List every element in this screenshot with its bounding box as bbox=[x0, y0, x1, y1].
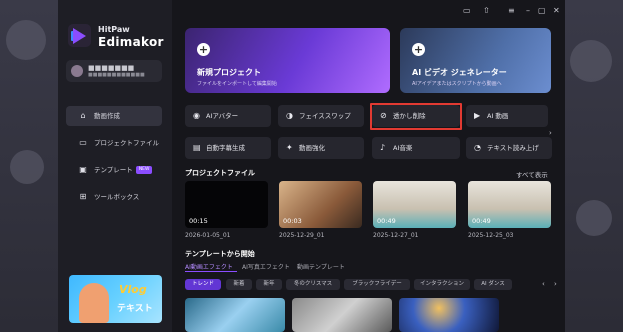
new-project-card[interactable]: + 新規プロジェクト ファイルをインポートして編集開始 bbox=[185, 28, 390, 93]
tts-icon: ◔ bbox=[474, 143, 481, 152]
project-thumbnail[interactable]: 00:15 bbox=[185, 181, 268, 228]
tool-text-to-speech[interactable]: ◔ テキスト読み上げ bbox=[466, 137, 552, 159]
folder-icon: ▭ bbox=[79, 138, 87, 147]
chip-trend[interactable]: トレンド bbox=[185, 279, 221, 290]
highlight-box bbox=[370, 103, 462, 130]
sidebar-item-toolbox[interactable]: ⊞ ツールボックス bbox=[66, 187, 162, 207]
chip-ai-dance[interactable]: AI ダンス bbox=[474, 279, 512, 290]
project-files-heading: プロジェクトファイル bbox=[185, 169, 255, 177]
brand-name-large: Edimakor bbox=[98, 35, 164, 49]
plus-icon: + bbox=[412, 43, 425, 56]
avatar bbox=[71, 65, 83, 77]
user-account[interactable]: ■■■■■■■ ■■■■■■■■■■■■ bbox=[66, 60, 162, 82]
see-all-link[interactable]: すべて表示 bbox=[516, 169, 548, 179]
active-tab-indicator bbox=[185, 271, 237, 272]
promo-title: Vlog bbox=[119, 283, 147, 296]
minimize-icon[interactable]: – bbox=[526, 6, 530, 16]
tool-label: AI音楽 bbox=[393, 144, 413, 152]
chip-new-year[interactable]: 新年 bbox=[256, 279, 282, 290]
project-duration: 00:49 bbox=[377, 217, 396, 225]
sidebar-item-project-files[interactable]: ▭ プロジェクトファイル bbox=[66, 133, 162, 153]
background-blob bbox=[6, 20, 46, 60]
tool-auto-subtitle[interactable]: ▤ 自動字幕生成 bbox=[185, 137, 271, 159]
tool-label: フェイススワップ bbox=[299, 112, 351, 120]
tool-label: AIアバター bbox=[206, 112, 239, 120]
user-name: ■■■■■■■ bbox=[88, 64, 135, 72]
sidebar-item-label: ツールボックス bbox=[94, 193, 140, 201]
tool-face-swap[interactable]: ◑ フェイススワップ bbox=[278, 105, 364, 127]
project-date: 2025-12-29_01 bbox=[279, 232, 325, 239]
avatar-icon: ◉ bbox=[193, 111, 200, 120]
chip-new[interactable]: 新着 bbox=[226, 279, 252, 290]
tool-label: 自動字幕生成 bbox=[206, 144, 245, 152]
template-icon: ▣ bbox=[79, 165, 87, 174]
sidebar-item-create-video[interactable]: ⌂ 動画作成 bbox=[66, 106, 162, 126]
tab-video-templates[interactable]: 動画テンプレート bbox=[297, 262, 345, 271]
background-blob bbox=[10, 150, 44, 184]
tab-ai-video-effects[interactable]: AI動画エフェクト bbox=[185, 262, 233, 271]
chip-winter-christmas[interactable]: 冬のクリスマス bbox=[286, 279, 340, 290]
new-project-subtitle: ファイルをインポートして編集開始 bbox=[197, 81, 277, 87]
project-duration: 00:49 bbox=[472, 217, 491, 225]
tool-label: 動画強化 bbox=[299, 144, 325, 152]
project-thumbnail[interactable]: 00:49 bbox=[373, 181, 456, 228]
templates-heading: テンプレートから開始 bbox=[185, 250, 255, 258]
maximize-icon[interactable]: ▢ bbox=[538, 6, 546, 16]
app-window: HitPaw Edimakor ■■■■■■■ ■■■■■■■■■■■■ ⌂ 動… bbox=[58, 0, 565, 332]
sidebar-item-label: テンプレート bbox=[94, 166, 133, 174]
brand-name-small: HitPaw bbox=[98, 25, 130, 34]
background-blob bbox=[576, 200, 612, 236]
upload-icon[interactable]: ⇧ bbox=[483, 6, 490, 16]
project-date: 2025-12-25_03 bbox=[468, 232, 514, 239]
tool-ai-music[interactable]: ♪ AI音楽 bbox=[372, 137, 460, 159]
tool-label: テキスト読み上げ bbox=[487, 144, 539, 152]
sidebar-item-label: 動画作成 bbox=[94, 112, 120, 120]
home-icon: ⌂ bbox=[80, 111, 86, 120]
app-logo bbox=[68, 24, 91, 47]
chat-icon[interactable]: ▭ bbox=[463, 6, 471, 16]
enhance-icon: ✦ bbox=[286, 143, 293, 152]
ai-video-generator-subtitle: AIアイデアまたはスクリプトから動画へ bbox=[412, 81, 502, 87]
sidebar-item-templates[interactable]: ▣ テンプレート NEW bbox=[66, 160, 162, 180]
project-date: 2025-12-27_01 bbox=[373, 232, 419, 239]
chip-scroll-left-icon[interactable]: ‹ bbox=[542, 279, 545, 289]
template-card[interactable] bbox=[292, 298, 392, 332]
chip-scroll-right-icon[interactable]: › bbox=[554, 279, 557, 289]
close-icon[interactable]: ✕ bbox=[553, 6, 560, 16]
chip-black-friday[interactable]: ブラックフライデー bbox=[344, 279, 410, 290]
face-swap-icon: ◑ bbox=[286, 111, 293, 120]
menu-icon[interactable]: ≡ bbox=[508, 6, 515, 16]
template-card[interactable] bbox=[399, 298, 499, 332]
toolbox-icon: ⊞ bbox=[79, 192, 87, 201]
project-thumbnail[interactable]: 00:49 bbox=[468, 181, 551, 228]
music-icon: ♪ bbox=[380, 143, 386, 152]
sidebar: HitPaw Edimakor ■■■■■■■ ■■■■■■■■■■■■ ⌂ 動… bbox=[58, 0, 172, 332]
project-duration: 00:15 bbox=[189, 217, 208, 225]
tool-label: AI 動画 bbox=[487, 112, 509, 120]
template-card[interactable] bbox=[185, 298, 285, 332]
tool-ai-avatar[interactable]: ◉ AIアバター bbox=[185, 105, 271, 127]
promo-subtitle: テキスト bbox=[117, 304, 153, 314]
tool-video-enhance[interactable]: ✦ 動画強化 bbox=[278, 137, 364, 159]
project-date: 2026-01-05_01 bbox=[185, 232, 231, 239]
background-blob bbox=[570, 40, 612, 82]
plus-icon: + bbox=[197, 43, 210, 56]
project-thumbnail[interactable]: 00:03 bbox=[279, 181, 362, 228]
project-duration: 00:03 bbox=[283, 217, 302, 225]
ai-video-generator-title: AI ビデオ ジェネレーター bbox=[412, 68, 507, 77]
user-email: ■■■■■■■■■■■■ bbox=[88, 72, 145, 78]
new-badge: NEW bbox=[135, 166, 153, 174]
promo-character-image bbox=[79, 283, 109, 323]
vlog-promo-banner[interactable]: Vlog テキスト bbox=[69, 275, 162, 323]
new-project-title: 新規プロジェクト bbox=[197, 68, 261, 77]
chip-interaction[interactable]: インタラクション bbox=[414, 279, 470, 290]
tab-ai-photo-effects[interactable]: AI写真エフェクト bbox=[242, 262, 290, 271]
ai-video-icon: ▶ bbox=[474, 111, 481, 120]
ai-video-generator-card[interactable]: + AI ビデオ ジェネレーター AIアイデアまたはスクリプトから動画へ bbox=[400, 28, 551, 93]
cc-icon: ▤ bbox=[193, 143, 201, 152]
tool-ai-video[interactable]: ▶ AI 動画 bbox=[466, 105, 548, 127]
sidebar-item-label: プロジェクトファイル bbox=[94, 139, 159, 147]
